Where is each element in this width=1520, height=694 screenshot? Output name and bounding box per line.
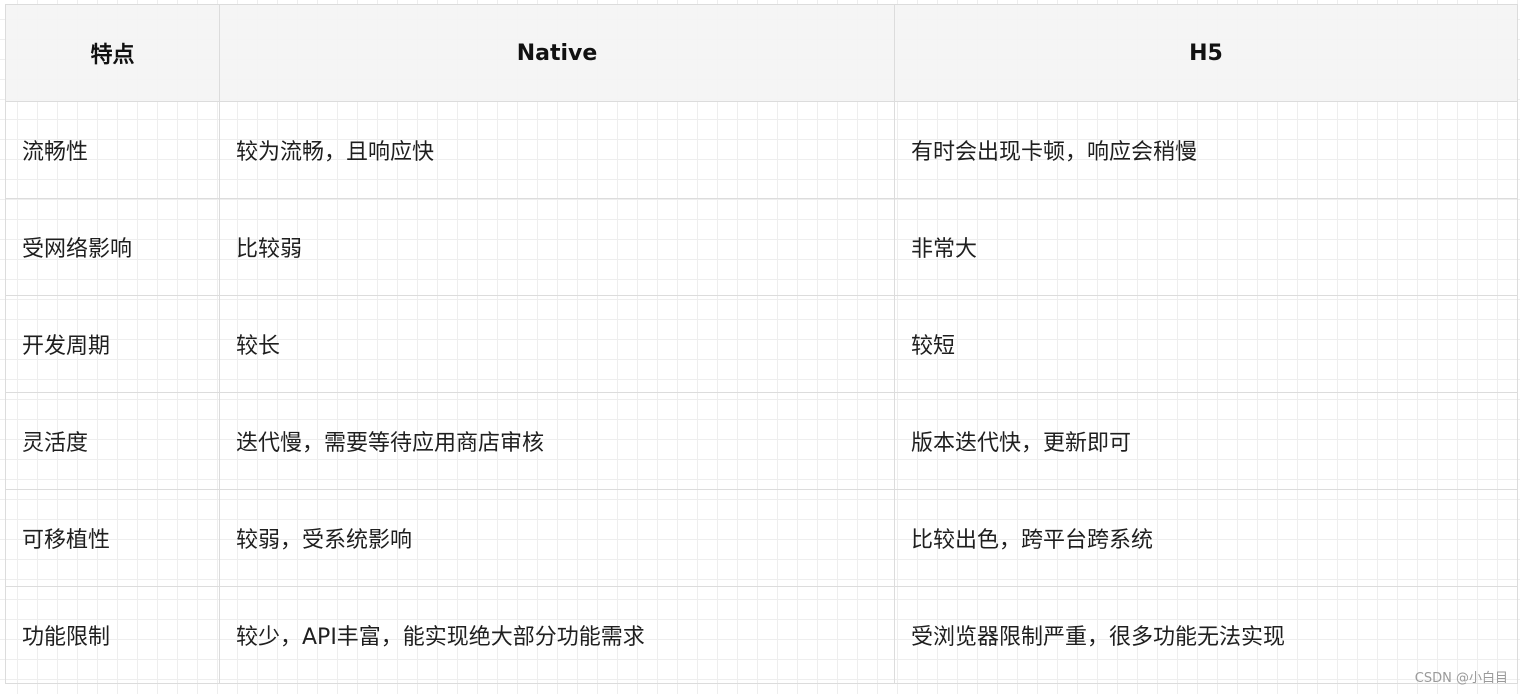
row-native-cell: 较长 xyxy=(219,295,895,393)
header-h5: H5 xyxy=(894,4,1518,102)
row-h5-cell: 较短 xyxy=(894,295,1518,393)
header-native: Native xyxy=(219,4,895,102)
header-feature: 特点 xyxy=(5,4,220,102)
row-native-cell: 较少，API丰富，能实现绝大部分功能需求 xyxy=(219,586,895,684)
row-feature-cell: 开发周期 xyxy=(5,295,220,393)
table-row: 受网络影响 比较弱 非常大 xyxy=(5,198,1518,296)
watermark: CSDN @小白目 xyxy=(1414,671,1508,686)
row-feature-cell: 可移植性 xyxy=(5,489,220,587)
row-native-cell: 迭代慢，需要等待应用商店审核 xyxy=(219,392,895,490)
table-row: 灵活度 迭代慢，需要等待应用商店审核 版本迭代快，更新即可 xyxy=(5,392,1518,490)
row-feature-cell: 功能限制 xyxy=(5,586,220,684)
table-row: 流畅性 较为流畅，且响应快 有时会出现卡顿，响应会稍慢 xyxy=(5,101,1518,199)
row-native-cell: 较弱，受系统影响 xyxy=(219,489,895,587)
row-h5-cell: 比较出色，跨平台跨系统 xyxy=(894,489,1518,587)
row-native-cell: 比较弱 xyxy=(219,198,895,296)
row-feature-cell: 流畅性 xyxy=(5,101,220,199)
table-row: 开发周期 较长 较短 xyxy=(5,295,1518,393)
row-feature-cell: 灵活度 xyxy=(5,392,220,490)
comparison-table: 特点 Native H5 流畅性 较为流畅，且响应快 有时会出现卡顿，响应会稍慢… xyxy=(5,4,1518,684)
table-row: 可移植性 较弱，受系统影响 比较出色，跨平台跨系统 xyxy=(5,489,1518,587)
row-h5-cell: 有时会出现卡顿，响应会稍慢 xyxy=(894,101,1518,199)
row-h5-cell: 版本迭代快，更新即可 xyxy=(894,392,1518,490)
row-native-cell: 较为流畅，且响应快 xyxy=(219,101,895,199)
table-row: 功能限制 较少，API丰富，能实现绝大部分功能需求 受浏览器限制严重，很多功能无… xyxy=(5,586,1518,684)
row-h5-cell: 非常大 xyxy=(894,198,1518,296)
table-header-row: 特点 Native H5 xyxy=(5,4,1518,102)
page-canvas: 特点 Native H5 流畅性 较为流畅，且响应快 有时会出现卡顿，响应会稍慢… xyxy=(0,0,1520,694)
row-feature-cell: 受网络影响 xyxy=(5,198,220,296)
